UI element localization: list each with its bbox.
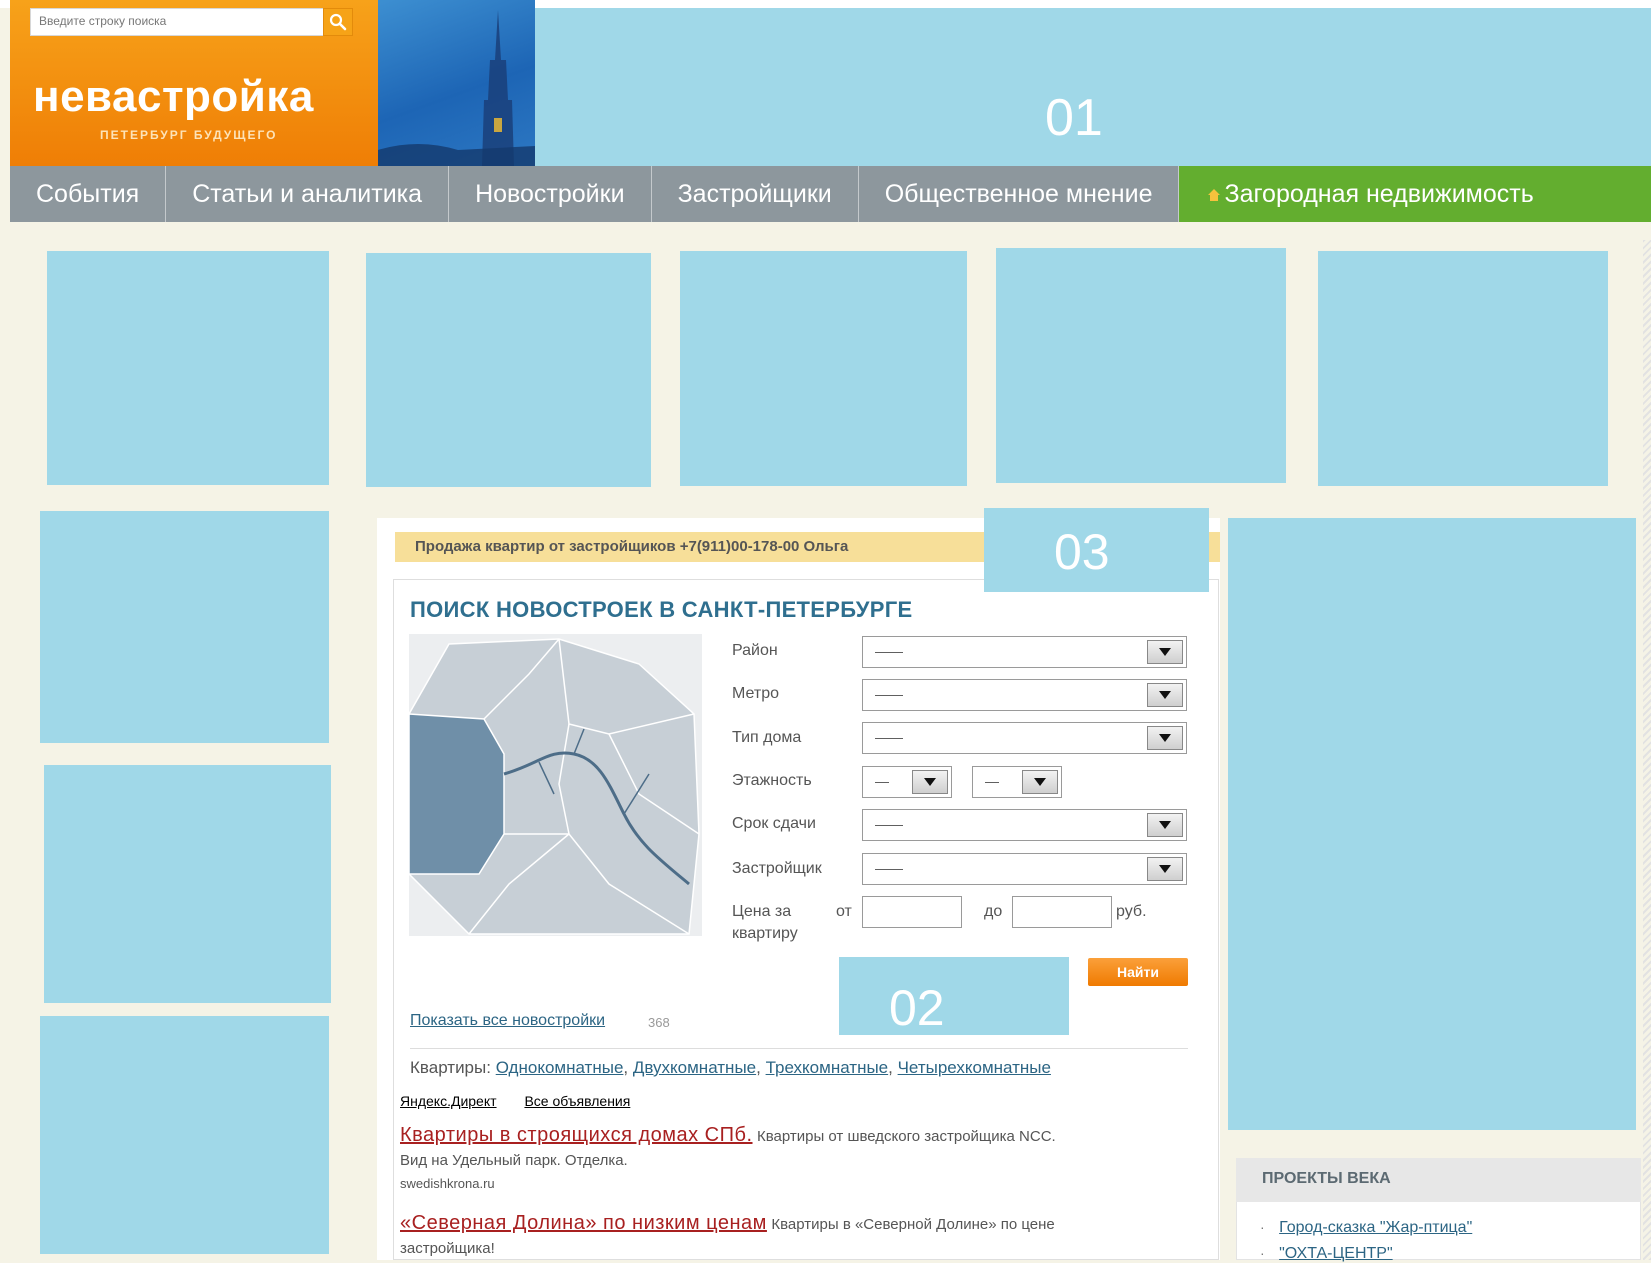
search-icon [329, 13, 347, 31]
price-currency-label: руб. [1116, 903, 1147, 920]
metro-select[interactable]: —— [862, 679, 1187, 711]
floors-to-select[interactable]: — [972, 766, 1062, 798]
floors-from-select[interactable]: — [862, 766, 952, 798]
direct-ad-item: Квартиры в строящихся домах СПб. Квартир… [400, 1124, 1220, 1147]
project-item: · Город-сказка "Жар-птица" [1260, 1219, 1472, 1237]
bullet-icon: · [1260, 1245, 1265, 1261]
direct-ad-item: «Северная Долина» по низким ценам Кварти… [400, 1212, 1220, 1235]
deadline-select[interactable]: —— [862, 809, 1187, 841]
developer-value: —— [875, 860, 903, 876]
map-image [409, 634, 702, 936]
apartments-prefix: Квартиры: [410, 1058, 491, 1077]
ad-slot-right[interactable] [1228, 518, 1636, 1130]
main-nav: События Статьи и аналитика Новостройки З… [10, 166, 1651, 222]
direct-ad-body: Квартиры от шведского застройщика NCC. [756, 1128, 1056, 1145]
price-label-line1: Цена за [732, 903, 792, 920]
projects-title: ПРОЕКТЫ ВЕКА [1236, 1158, 1641, 1202]
house-type-label: Тип дома [732, 729, 802, 746]
page-edge-scrollbar[interactable] [1643, 240, 1651, 1260]
banner-01[interactable]: 01 [535, 8, 1651, 166]
apartment-type-link[interactable]: Четырехкомнатные [898, 1058, 1051, 1077]
district-label: Район [732, 642, 778, 659]
dropdown-arrow-icon [1147, 857, 1183, 881]
spire-icon [378, 10, 535, 166]
search-button[interactable] [323, 8, 353, 36]
district-select[interactable]: —— [862, 636, 1187, 668]
project-item: · "ОХТА-ЦЕНТР" [1260, 1245, 1393, 1263]
nav-item-events[interactable]: События [10, 166, 167, 222]
spire-image [378, 0, 535, 166]
price-to-input[interactable] [1012, 896, 1112, 928]
nav-item-new-buildings[interactable]: Новостройки [449, 166, 652, 222]
nav-item-public-opinion[interactable]: Общественное мнение [859, 166, 1180, 222]
project-link[interactable]: "ОХТА-ЦЕНТР" [1279, 1245, 1393, 1262]
direct-ad-body-line2: Вид на Удельный парк. Отделка. [400, 1152, 628, 1169]
floors-label: Этажность [732, 772, 812, 789]
dropdown-arrow-icon [1147, 726, 1183, 750]
logo-title: невастройка [33, 72, 314, 121]
direct-ad-body-line2: застройщика! [400, 1240, 495, 1257]
direct-ad-title[interactable]: Квартиры в строящихся домах СПб. [400, 1124, 753, 1146]
nav-item-developers[interactable]: Застройщики [652, 166, 859, 222]
find-button[interactable]: Найти [1088, 958, 1188, 986]
ad-slot-left-2[interactable] [44, 765, 331, 1003]
ad-slot-left-1[interactable] [40, 511, 329, 743]
apartment-type-link[interactable]: Двухкомнатные [633, 1058, 756, 1077]
show-all-count: 368 [648, 1015, 670, 1030]
divider [410, 1048, 1188, 1049]
deadline-label: Срок сдачи [732, 815, 816, 832]
search-title: ПОИСК НОВОСТРОЕК В САНКТ-ПЕТЕРБУРГЕ [410, 597, 913, 622]
banner-03-label: 03 [1054, 524, 1110, 580]
direct-ad-title[interactable]: «Северная Долина» по низким ценам [400, 1212, 767, 1234]
dropdown-arrow-icon [912, 770, 948, 794]
direct-ad-body: Квартиры в «Северной Долине» по цене [771, 1216, 1055, 1233]
ad-slot-top-3[interactable] [680, 251, 967, 486]
floors-to-value: — [985, 773, 999, 789]
price-from-input[interactable] [862, 896, 962, 928]
project-link[interactable]: Город-сказка "Жар-птица" [1279, 1219, 1472, 1236]
nav-item-country-property[interactable]: Загородная недвижимость [1179, 166, 1651, 222]
developer-label: Застройщик [732, 860, 822, 877]
all-ads-link[interactable]: Все объявления [524, 1093, 630, 1109]
ad-slot-left-3[interactable] [40, 1016, 329, 1254]
house-type-value: —— [875, 729, 903, 745]
floors-from-value: — [875, 773, 889, 789]
dropdown-arrow-icon [1147, 683, 1183, 707]
dropdown-arrow-icon [1147, 640, 1183, 664]
direct-ads-header: Яндекс.Директ Все объявления [400, 1093, 654, 1109]
dropdown-arrow-icon [1147, 813, 1183, 837]
metro-value: —— [875, 686, 903, 702]
deadline-value: —— [875, 816, 903, 832]
dropdown-arrow-icon [1022, 770, 1058, 794]
ad-slot-top-4[interactable] [996, 248, 1286, 483]
search-input[interactable]: Введите строку поиска [30, 8, 350, 36]
banner-02-label: 02 [889, 980, 945, 1036]
district-value: —— [875, 643, 903, 659]
nav-item-articles[interactable]: Статьи и аналитика [166, 166, 450, 222]
logo-subtitle: ПЕТЕРБУРГ БУДУЩЕГО [100, 128, 278, 142]
yandex-direct-link[interactable]: Яндекс.Директ [400, 1093, 497, 1109]
price-label-line2: квартиру [732, 925, 798, 942]
nav-item-country-label: Загородная недвижимость [1224, 180, 1534, 208]
apartment-types-row: Квартиры: Однокомнатные, Двухкомнатные, … [410, 1058, 1051, 1077]
banner-02[interactable]: 02 [839, 957, 1069, 1036]
banner-01-label: 01 [1045, 89, 1103, 147]
price-from-label: от [836, 903, 852, 920]
ad-slot-top-2[interactable] [366, 253, 651, 487]
district-map[interactable] [409, 634, 702, 936]
price-to-label: до [984, 903, 1003, 920]
ad-slot-top-1[interactable] [47, 251, 329, 485]
apartment-type-link[interactable]: Трехкомнатные [766, 1058, 889, 1077]
ad-slot-top-5[interactable] [1318, 251, 1608, 486]
banner-03[interactable]: 03 [984, 508, 1209, 592]
apartment-type-link[interactable]: Однокомнатные [496, 1058, 624, 1077]
house-type-select[interactable]: —— [862, 722, 1187, 754]
developer-select[interactable]: —— [862, 853, 1187, 885]
show-all-link[interactable]: Показать все новостройки [410, 1012, 605, 1030]
house-icon [1208, 189, 1221, 202]
metro-label: Метро [732, 685, 779, 702]
bullet-icon: · [1260, 1219, 1265, 1235]
direct-ad-domain[interactable]: swedishkrona.ru [400, 1176, 495, 1191]
